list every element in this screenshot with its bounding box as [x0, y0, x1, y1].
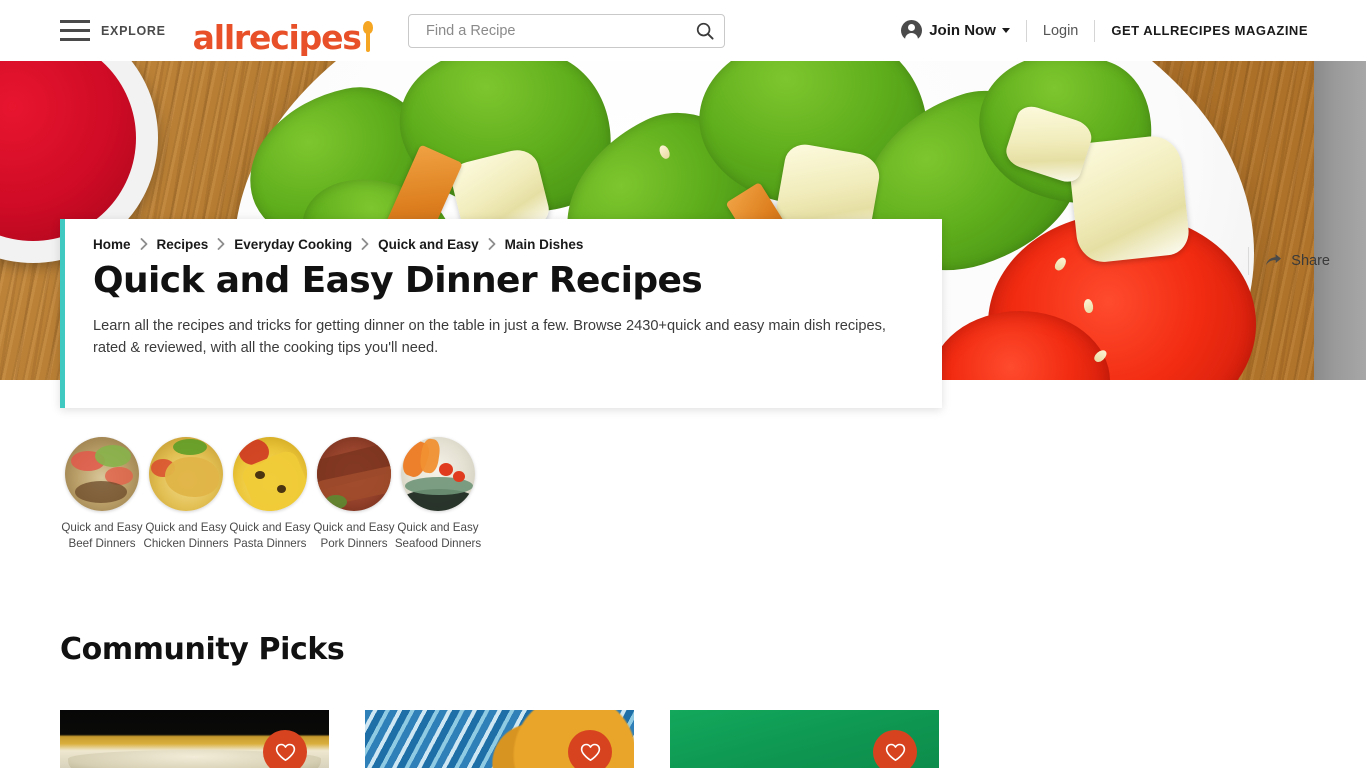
- magazine-link[interactable]: GET ALLRECIPES MAGAZINE: [1111, 23, 1308, 38]
- category-thumbnail: [401, 437, 475, 511]
- share-group: Share: [1248, 246, 1330, 276]
- breadcrumb-item-recipes[interactable]: Recipes: [157, 237, 209, 252]
- category-item-chicken[interactable]: Quick and Easy Chicken Dinners: [143, 437, 229, 551]
- breadcrumb-separator-icon: [140, 238, 148, 250]
- category-label: Quick and Easy Pasta Dinners: [229, 521, 311, 550]
- header-right-group: Join Now Login GET ALLRECIPES MAGAZINE: [901, 0, 1308, 61]
- breadcrumb: Home Recipes Everyday Cooking Quick and …: [65, 219, 942, 252]
- breadcrumb-separator-icon: [217, 238, 225, 250]
- search-input[interactable]: [409, 23, 686, 39]
- community-picks-title: Community Picks: [60, 632, 345, 667]
- logo-wordmark: allrecipes: [192, 17, 362, 57]
- join-now-button[interactable]: Join Now: [901, 20, 1010, 41]
- sauce-speckles: [0, 61, 128, 233]
- category-label: Quick and Easy Pork Dinners: [313, 521, 395, 550]
- join-now-label: Join Now: [929, 22, 996, 39]
- favorite-button[interactable]: [263, 730, 307, 768]
- spoon-icon: [362, 20, 373, 52]
- category-thumbnail: [65, 437, 139, 511]
- explore-button[interactable]: EXPLORE: [101, 24, 166, 38]
- category-item-seafood[interactable]: Quick and Easy Seafood Dinners: [395, 437, 481, 551]
- share-icon: [1265, 252, 1282, 270]
- hamburger-menu-icon[interactable]: [60, 20, 90, 41]
- favorite-button[interactable]: [873, 730, 917, 768]
- favorite-button[interactable]: [568, 730, 612, 768]
- search-bar[interactable]: [408, 14, 725, 48]
- page-header-card: Home Recipes Everyday Cooking Quick and …: [60, 219, 942, 408]
- header-divider: [1025, 19, 1027, 42]
- category-thumbnail: [149, 437, 223, 511]
- search-icon[interactable]: [686, 15, 724, 47]
- breadcrumb-item-everyday-cooking[interactable]: Everyday Cooking: [234, 237, 352, 252]
- category-label: Quick and Easy Seafood Dinners: [394, 521, 482, 550]
- header-divider: [1094, 19, 1096, 42]
- category-thumbnail: [317, 437, 391, 511]
- hamburger-bar: [60, 20, 90, 23]
- category-item-pork[interactable]: Quick and Easy Pork Dinners: [312, 437, 396, 551]
- category-label: Quick and Easy Beef Dinners: [61, 521, 143, 550]
- recipe-card[interactable]: [60, 710, 329, 768]
- breadcrumb-item-home[interactable]: Home: [93, 237, 131, 252]
- share-button[interactable]: Share: [1265, 252, 1330, 270]
- page-description: Learn all the recipes and tricks for get…: [93, 317, 886, 357]
- breadcrumb-item-quick-and-easy[interactable]: Quick and Easy: [378, 237, 479, 252]
- recipe-card[interactable]: [365, 710, 634, 768]
- community-picks-grid: [60, 710, 975, 768]
- category-thumbnail: [233, 437, 307, 511]
- category-list: Quick and Easy Beef Dinners Quick and Ea…: [60, 437, 481, 551]
- category-item-pasta[interactable]: Quick and Easy Pasta Dinners: [228, 437, 312, 551]
- recipe-card[interactable]: [670, 710, 939, 768]
- breadcrumb-separator-icon: [488, 238, 496, 250]
- category-item-beef[interactable]: Quick and Easy Beef Dinners: [60, 437, 144, 551]
- header-left-group: EXPLORE allrecipes: [60, 11, 373, 57]
- chevron-down-icon: [1001, 28, 1010, 33]
- share-divider: [1248, 247, 1250, 275]
- account-avatar-icon: [901, 20, 923, 41]
- share-label: Share: [1291, 253, 1330, 269]
- allrecipes-logo[interactable]: allrecipes: [192, 11, 373, 57]
- category-label: Quick and Easy Chicken Dinners: [143, 521, 229, 550]
- site-header: EXPLORE allrecipes Join Now Login GET AL…: [0, 0, 1366, 61]
- hamburger-bar: [60, 29, 90, 32]
- login-link[interactable]: Login: [1043, 23, 1078, 39]
- breadcrumb-item-main-dishes[interactable]: Main Dishes: [505, 237, 584, 252]
- hamburger-bar: [60, 38, 90, 41]
- counter-surface: [1314, 61, 1366, 380]
- page-title: Quick and Easy Dinner Recipes: [93, 260, 703, 301]
- breadcrumb-separator-icon: [361, 238, 369, 250]
